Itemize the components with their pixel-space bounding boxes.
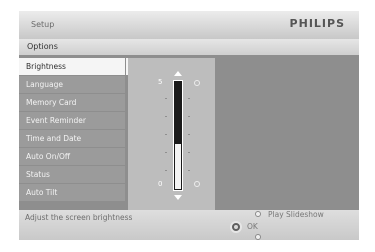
scale-tick — [188, 152, 190, 153]
scale-ring-top-icon — [194, 80, 200, 86]
scale-tick — [165, 98, 167, 99]
arrow-up-icon[interactable] — [174, 71, 182, 76]
menu-item-time-and-date[interactable]: Time and Date — [19, 130, 125, 147]
menu-item-language[interactable]: Language — [19, 76, 125, 93]
scale-tick — [188, 116, 190, 117]
menu-item-label: Auto Tilt — [26, 188, 58, 197]
options-menu: Brightness Language Memory Card Event Re… — [19, 58, 129, 202]
ok-button-icon[interactable] — [230, 221, 242, 233]
menu-item-label: Auto On/Off — [26, 152, 71, 161]
menu-item-label: Status — [26, 170, 50, 179]
brightness-level-fill — [175, 144, 181, 189]
menu-item-status[interactable]: Status — [19, 166, 125, 183]
brightness-min-label: 0 — [158, 180, 163, 188]
ok-label: OK — [247, 222, 258, 231]
brightness-slider[interactable] — [173, 80, 183, 191]
nav-up-icon[interactable] — [255, 211, 261, 217]
brightness-slider-panel: 5 0 — [128, 58, 215, 210]
scale-ring-bottom-icon — [194, 181, 200, 187]
scale-tick — [165, 134, 167, 135]
device-frame: Setup PHILIPS Options Brightness Languag… — [0, 0, 375, 252]
menu-item-label: Brightness — [26, 62, 66, 71]
brand-logo: PHILIPS — [289, 17, 345, 30]
header-bar: Setup PHILIPS — [19, 11, 359, 39]
menu-item-auto-on-off[interactable]: Auto On/Off — [19, 148, 125, 165]
menu-item-auto-tilt[interactable]: Auto Tilt — [19, 184, 125, 201]
menu-item-label: Time and Date — [26, 134, 82, 143]
scale-tick — [188, 170, 190, 171]
menu-item-label: Event Reminder — [26, 116, 86, 125]
setup-title: Setup — [31, 20, 55, 29]
menu-item-event-reminder[interactable]: Event Reminder — [19, 112, 125, 129]
scale-tick — [165, 152, 167, 153]
options-title: Options — [27, 42, 58, 51]
nav-down-icon[interactable] — [255, 234, 261, 240]
scale-tick — [165, 170, 167, 171]
play-slideshow-label: Play Slideshow — [268, 210, 324, 219]
scale-tick — [188, 134, 190, 135]
menu-item-brightness[interactable]: Brightness — [19, 58, 129, 75]
brightness-max-label: 5 — [158, 78, 163, 86]
help-text: Adjust the screen brightness — [25, 213, 133, 222]
scale-tick — [188, 98, 190, 99]
options-bar: Options — [19, 39, 359, 55]
menu-item-memory-card[interactable]: Memory Card — [19, 94, 125, 111]
arrow-down-icon[interactable] — [174, 195, 182, 200]
menu-item-label: Memory Card — [26, 98, 77, 107]
photo-frame-screen: Setup PHILIPS Options Brightness Languag… — [19, 11, 359, 240]
menu-item-label: Language — [26, 80, 64, 89]
footer-bar: Adjust the screen brightness Play Slides… — [19, 210, 359, 240]
scale-tick — [165, 116, 167, 117]
